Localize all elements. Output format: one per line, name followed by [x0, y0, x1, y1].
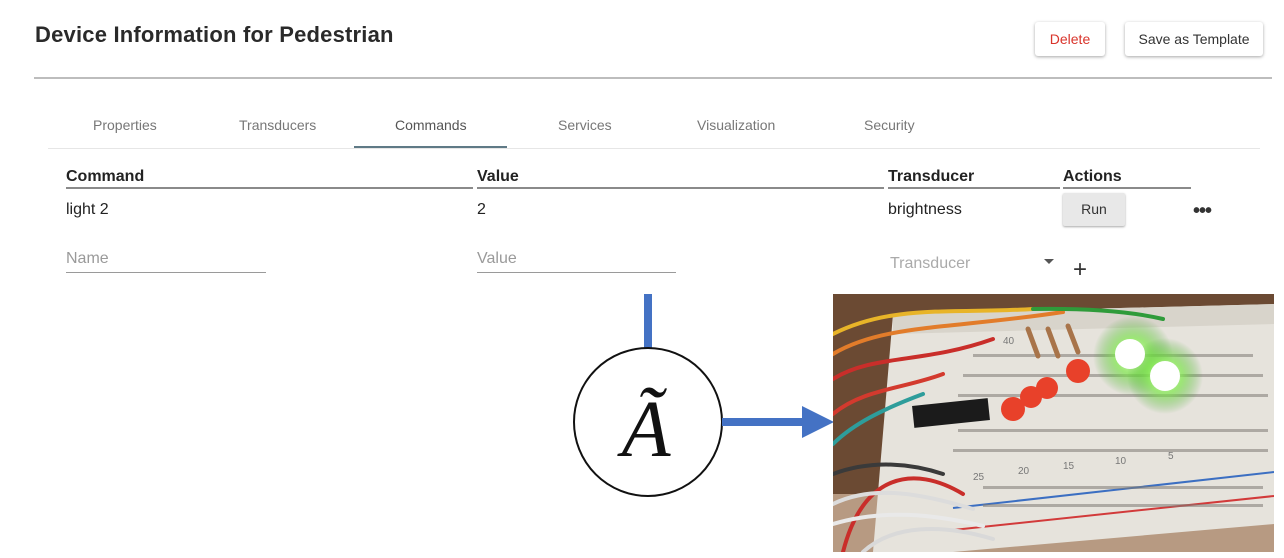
board-number: 10: [1115, 456, 1127, 467]
save-as-template-button[interactable]: Save as Template: [1125, 22, 1263, 56]
tab-services[interactable]: Services: [558, 117, 612, 133]
connector-line: [644, 294, 652, 348]
tab-visualization[interactable]: Visualization: [697, 117, 775, 133]
column-underline: [66, 187, 473, 189]
value-cell: 2: [477, 201, 486, 218]
transducer-cell: brightness: [888, 201, 962, 218]
column-underline: [1063, 187, 1191, 189]
page-title: Device Information for Pedestrian: [35, 22, 394, 47]
column-header-transducer: Transducer: [888, 168, 975, 185]
breadboard-illustration: 40 25 20 15 10 5: [833, 294, 1274, 552]
tab-commands[interactable]: Commands: [395, 117, 467, 133]
diagram-overlay: Ã: [573, 294, 834, 497]
column-underline: [477, 187, 884, 189]
value-input[interactable]: [477, 250, 676, 273]
arrow-right-icon: [802, 406, 834, 438]
breadboard-photo: 40 25 20 15 10 5: [833, 294, 1274, 552]
symbol-label: Ã: [617, 386, 672, 474]
delete-button[interactable]: Delete: [1035, 22, 1105, 56]
column-header-actions: Actions: [1063, 168, 1122, 185]
column-header-value: Value: [477, 168, 519, 185]
board-number: 25: [973, 472, 985, 483]
command-cell: light 2: [66, 201, 109, 218]
dropdown-caret-icon[interactable]: [1044, 259, 1054, 264]
header-divider: [34, 77, 1272, 79]
transducer-select[interactable]: Transducer: [890, 255, 970, 273]
name-input[interactable]: [66, 250, 266, 273]
board-number: 40: [1003, 336, 1015, 347]
column-header-command: Command: [66, 168, 145, 185]
run-button[interactable]: Run: [1063, 193, 1125, 226]
arrow-shaft: [722, 418, 804, 426]
board-number: 20: [1018, 466, 1030, 477]
tabs-divider: [48, 148, 1260, 149]
more-horizontal-icon[interactable]: •••: [1193, 200, 1212, 223]
tab-transducers[interactable]: Transducers: [239, 117, 316, 133]
tab-security[interactable]: Security: [864, 117, 915, 133]
active-tab-indicator: [354, 146, 507, 148]
plus-icon[interactable]: +: [1073, 258, 1087, 282]
tab-properties[interactable]: Properties: [93, 117, 157, 133]
board-number: 15: [1063, 461, 1075, 472]
board-number: 5: [1168, 451, 1174, 462]
column-underline: [888, 187, 1060, 189]
